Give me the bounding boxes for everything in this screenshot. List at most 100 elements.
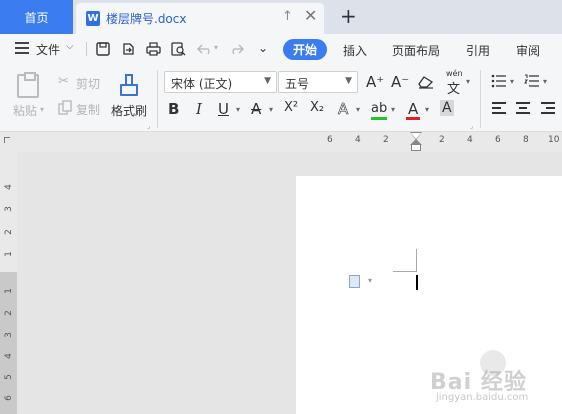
redo-icon[interactable] xyxy=(230,43,244,55)
cut-label[interactable]: 剪切 xyxy=(76,75,100,92)
italic-button[interactable]: I xyxy=(196,100,202,118)
character-shading-button[interactable]: A xyxy=(440,100,454,116)
phonetic-dropdown-icon[interactable]: ▾ xyxy=(466,77,470,86)
clear-format-icon[interactable] xyxy=(418,75,434,89)
ruler-number: 2 xyxy=(4,310,14,316)
left-indent-marker[interactable] xyxy=(411,144,421,151)
ruler-number: 6 xyxy=(327,135,333,145)
undo-dropdown-icon[interactable]: ▾ xyxy=(214,43,218,52)
save-icon[interactable] xyxy=(96,42,110,56)
divider xyxy=(86,42,87,56)
bold-button[interactable]: B xyxy=(168,100,179,118)
menu-bar: 文件 ⌵ ▾ ⌄ 开始 插入 页面布局 引用 审阅 xyxy=(0,34,562,64)
ruler-number: 3 xyxy=(4,332,14,338)
ruler-number: 2 xyxy=(4,229,14,235)
superscript-button[interactable]: X² xyxy=(284,100,298,115)
ruler-number: 6 xyxy=(4,395,14,401)
font-size-value: 五号 xyxy=(285,77,310,91)
paste-dropdown-icon[interactable]: ▾ xyxy=(40,105,44,114)
paragraph-handle-dropdown-icon[interactable]: ▾ xyxy=(368,276,372,285)
bullet-list-icon[interactable] xyxy=(491,74,507,88)
ruler-number: 8 xyxy=(523,135,529,145)
phonetic-guide-icon[interactable]: 文 xyxy=(447,78,460,97)
ruler-number: 4 xyxy=(4,353,14,359)
subscript-button[interactable]: X₂ xyxy=(310,100,324,115)
chevron-down-icon[interactable]: ▼ xyxy=(264,76,271,86)
divider xyxy=(480,70,481,128)
text-cursor xyxy=(416,275,418,290)
divider xyxy=(157,70,158,128)
ruler-number: 2 xyxy=(439,135,445,145)
pin-up-icon[interactable]: ↑ xyxy=(282,9,293,24)
clipboard-group-expander-icon[interactable]: ⌟ xyxy=(147,122,150,130)
numbered-list-dropdown-icon[interactable]: ▾ xyxy=(543,77,547,86)
copy-icon[interactable] xyxy=(58,100,72,115)
font-family-select[interactable]: 宋体 (正文) ▼ xyxy=(164,71,277,93)
underline-button[interactable]: U xyxy=(218,100,229,118)
tab-page-layout[interactable]: 页面布局 xyxy=(392,42,440,59)
tab-home[interactable]: 首页 xyxy=(0,0,73,34)
font-group-expander-icon[interactable]: ⌟ xyxy=(470,122,473,130)
font-color-dropdown-icon[interactable]: ▾ xyxy=(425,105,429,114)
ruler-number: 4 xyxy=(355,135,361,145)
ruler-number: 2 xyxy=(383,135,389,145)
ruler-number: 4 xyxy=(4,184,14,190)
tab-references[interactable]: 引用 xyxy=(466,42,490,59)
ruler-number: 1 xyxy=(4,288,14,294)
highlight-button[interactable]: ab xyxy=(371,101,387,116)
ruler-number: 3 xyxy=(4,206,14,212)
margin-corner-mark xyxy=(416,249,417,272)
cut-icon[interactable]: ✂ xyxy=(58,74,69,89)
ribbon-toolbar: 粘贴 ▾ ✂ 剪切 复制 格式刷 ⌟ 宋体 (正文) ▼ 五号 ▼ A⁺ A⁻ … xyxy=(0,64,562,132)
vertical-ruler[interactable]: 4 3 2 1 1 2 3 4 5 6 xyxy=(0,152,17,414)
copy-label[interactable]: 复制 xyxy=(76,101,100,118)
text-effect-dropdown-icon[interactable]: ▾ xyxy=(356,105,360,114)
tab-start[interactable]: 开始 xyxy=(283,39,327,60)
ruler-number: 5 xyxy=(4,374,14,380)
ruler-number: 10 xyxy=(548,135,560,145)
file-menu[interactable]: 文件 xyxy=(36,41,60,58)
shrink-font-icon[interactable]: A⁻ xyxy=(391,73,409,91)
hamburger-menu-icon[interactable] xyxy=(15,42,29,54)
word-doc-icon: W xyxy=(86,11,100,26)
underline-dropdown-icon[interactable]: ▾ xyxy=(236,105,240,114)
margin-corner-mark xyxy=(393,271,416,272)
bullet-list-dropdown-icon[interactable]: ▾ xyxy=(510,77,514,86)
tab-stop-selector[interactable] xyxy=(4,137,10,143)
strikethrough-button[interactable]: A xyxy=(251,100,261,118)
ruler-number: 4 xyxy=(467,135,473,145)
export-icon[interactable] xyxy=(121,42,135,56)
align-left-icon[interactable] xyxy=(492,102,506,114)
tab-document[interactable]: W 楼层牌号.docx ↑ ✕ xyxy=(76,3,324,34)
undo-icon[interactable] xyxy=(197,43,213,55)
phonetic-guide-pinyin[interactable]: wén xyxy=(446,69,463,78)
highlight-dropdown-icon[interactable]: ▾ xyxy=(391,105,395,114)
chevron-down-icon[interactable]: ⌵ xyxy=(66,41,74,52)
format-painter-label[interactable]: 格式刷 xyxy=(111,102,147,119)
align-center-icon[interactable] xyxy=(516,102,530,114)
format-painter-icon[interactable] xyxy=(120,74,138,98)
horizontal-ruler[interactable]: 6 4 2 2 4 6 8 10 xyxy=(0,132,562,152)
highlight-color-swatch xyxy=(371,117,387,120)
grow-font-icon[interactable]: A⁺ xyxy=(366,73,384,91)
numbered-list-icon[interactable] xyxy=(524,74,540,88)
align-right-icon[interactable] xyxy=(541,102,555,114)
tab-insert[interactable]: 插入 xyxy=(343,42,367,59)
print-icon[interactable] xyxy=(146,42,161,56)
paste-icon[interactable] xyxy=(17,72,39,98)
font-color-button[interactable]: A xyxy=(408,100,418,118)
paste-label[interactable]: 粘贴 xyxy=(13,102,37,119)
tab-review[interactable]: 审阅 xyxy=(516,42,540,59)
text-effect-button[interactable]: A xyxy=(338,100,349,119)
print-preview-icon[interactable] xyxy=(171,42,186,56)
new-tab-button[interactable]: + xyxy=(340,4,357,28)
font-color-swatch xyxy=(406,117,420,120)
quick-access-more-icon[interactable]: ⌄ xyxy=(258,41,268,55)
font-size-select[interactable]: 五号 ▼ xyxy=(278,71,358,93)
chevron-down-icon[interactable]: ▼ xyxy=(345,76,352,86)
paragraph-handle-icon[interactable] xyxy=(349,275,360,288)
ruler-number: 1 xyxy=(4,251,14,257)
ruler-number: 6 xyxy=(495,135,501,145)
strikethrough-dropdown-icon[interactable]: ▾ xyxy=(269,105,273,114)
close-tab-icon[interactable]: ✕ xyxy=(304,6,317,25)
